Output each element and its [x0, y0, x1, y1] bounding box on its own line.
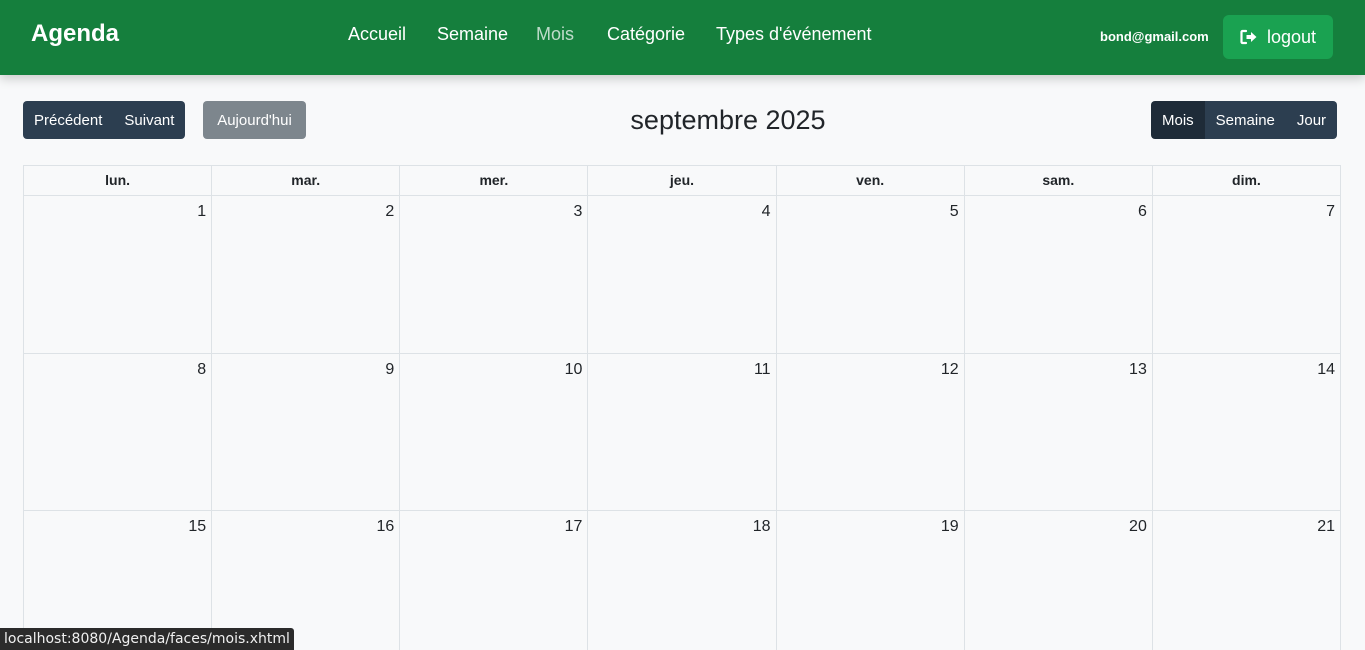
logout-button[interactable]: logout	[1223, 15, 1333, 59]
day-cell[interactable]: 14	[1152, 353, 1341, 511]
nav-item-accueil[interactable]: Accueil	[348, 24, 406, 45]
weekday-label: jeu.	[588, 166, 777, 196]
weekday-label: lun.	[24, 166, 213, 196]
day-number[interactable]: 1	[197, 203, 206, 221]
day-cell[interactable]: 4	[588, 196, 777, 354]
day-cell[interactable]: 19	[777, 511, 965, 650]
brand-logo[interactable]: Agenda	[31, 20, 119, 48]
day-number[interactable]: 19	[941, 518, 959, 536]
day-number[interactable]: 14	[1317, 361, 1335, 379]
day-cell[interactable]: 10	[400, 353, 589, 511]
month-calendar: lun. mar. mer. jeu. ven. sam. dim. 1 2 3…	[23, 165, 1341, 650]
day-cell[interactable]: 3	[400, 196, 589, 354]
day-number[interactable]: 4	[762, 203, 771, 221]
weekday-label: dim.	[1152, 166, 1341, 196]
previous-button[interactable]: Précédent	[23, 101, 114, 139]
day-cell[interactable]: 18	[588, 511, 777, 650]
nav-item-mois[interactable]: Mois	[536, 24, 574, 45]
calendar-title: septembre 2025	[630, 105, 826, 135]
day-number[interactable]: 7	[1326, 203, 1335, 221]
day-cell[interactable]: 11	[588, 353, 777, 511]
day-number[interactable]: 17	[565, 518, 583, 536]
prev-next-group: Précédent Suivant	[23, 101, 186, 139]
day-number[interactable]: 21	[1317, 518, 1335, 536]
day-cell[interactable]: 5	[776, 196, 965, 354]
day-number[interactable]: 6	[1138, 203, 1147, 221]
day-number[interactable]: 10	[565, 361, 583, 379]
day-number[interactable]: 3	[574, 203, 583, 221]
next-button[interactable]: Suivant	[113, 101, 186, 139]
day-cell[interactable]: 21	[1153, 511, 1341, 650]
weekday-label: sam.	[964, 166, 1153, 196]
day-cell[interactable]: 12	[776, 353, 965, 511]
today-button[interactable]: Aujourd'hui	[203, 101, 306, 139]
day-number[interactable]: 16	[376, 518, 394, 536]
day-number[interactable]: 12	[941, 361, 959, 379]
day-number[interactable]: 18	[753, 518, 771, 536]
weekday-header: lun. mar. mer. jeu. ven. sam. dim.	[24, 166, 1341, 196]
sign-out-icon	[1240, 29, 1258, 45]
view-day-button[interactable]: Jour	[1285, 101, 1338, 139]
day-number[interactable]: 20	[1129, 518, 1147, 536]
weekday-label: ven.	[776, 166, 965, 196]
day-cell[interactable]: 7	[1152, 196, 1341, 354]
weekday-label: mer.	[400, 166, 589, 196]
day-number[interactable]: 2	[385, 203, 394, 221]
day-cell[interactable]: 9	[212, 353, 401, 511]
navbar: Agenda Accueil Semaine Mois Catégorie Ty…	[0, 0, 1365, 75]
nav-item-semaine[interactable]: Semaine	[437, 24, 508, 45]
day-number[interactable]: 9	[385, 361, 394, 379]
view-switcher: Mois Semaine Jour	[1151, 101, 1338, 139]
logout-label: logout	[1266, 26, 1317, 47]
view-month-button[interactable]: Mois	[1151, 101, 1205, 139]
day-cell[interactable]: 8	[24, 353, 213, 511]
day-cell[interactable]: 17	[400, 511, 589, 650]
weekday-label: mar.	[212, 166, 401, 196]
day-number[interactable]: 15	[188, 518, 206, 536]
day-number[interactable]: 13	[1129, 361, 1147, 379]
day-number[interactable]: 11	[754, 361, 771, 379]
nav-item-types-evenement[interactable]: Types d'événement	[716, 24, 872, 45]
day-cell[interactable]: 1	[24, 196, 213, 354]
calendar-week-row: 8 9 10 11 12 13 14	[24, 353, 1341, 511]
day-number[interactable]: 8	[197, 361, 206, 379]
day-number[interactable]: 5	[950, 203, 959, 221]
day-cell[interactable]: 20	[965, 511, 1153, 650]
user-email: bond@gmail.com	[1100, 29, 1209, 44]
day-cell[interactable]: 13	[964, 353, 1153, 511]
day-cell[interactable]: 2	[212, 196, 401, 354]
browser-status-url: localhost:8080/Agenda/faces/mois.xhtml	[0, 628, 294, 650]
calendar-week-row: 1 2 3 4 5 6 7	[24, 196, 1341, 354]
nav-item-categorie[interactable]: Catégorie	[607, 24, 685, 45]
view-week-button[interactable]: Semaine	[1204, 101, 1286, 139]
day-cell[interactable]: 6	[964, 196, 1153, 354]
